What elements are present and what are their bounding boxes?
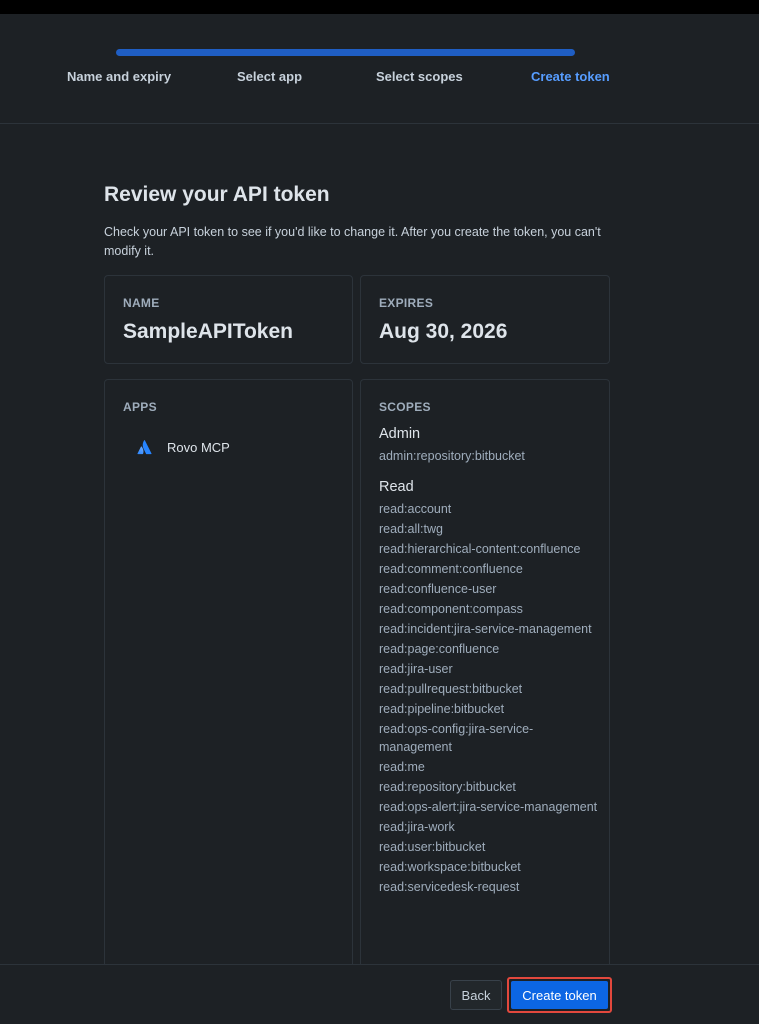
scope-item: read:jira-work xyxy=(379,820,455,834)
scopes-label: SCOPES xyxy=(379,400,431,414)
token-name-value: SampleAPIToken xyxy=(123,320,293,343)
create-token-button[interactable]: Create token xyxy=(507,977,612,1013)
expires-label: EXPIRES xyxy=(379,296,434,310)
scope-item: read:component:compass xyxy=(379,602,523,616)
page-title: Review your API token xyxy=(104,183,330,206)
step-name-and-expiry: Name and expiry xyxy=(67,69,172,84)
scope-item: read:account xyxy=(379,502,452,516)
scope-group-title: Admin xyxy=(379,426,421,442)
scope-list: Admin admin:repository:bitbucket Read re… xyxy=(379,424,599,898)
back-button[interactable]: Back xyxy=(450,980,502,1010)
scope-item: read:confluence-user xyxy=(379,582,497,596)
scope-item: read:jira-user xyxy=(379,662,453,676)
step-select-scopes: Select scopes xyxy=(376,69,463,84)
expires-card: EXPIRES Aug 30, 2026 xyxy=(360,275,610,364)
apps-card: APPS Rovo MCP xyxy=(104,379,353,964)
app-label: Rovo MCP xyxy=(167,439,230,455)
step-select-app: Select app xyxy=(237,69,303,84)
scope-item: admin:repository:bitbucket xyxy=(379,449,525,463)
scope-item: read:workspace:bitbucket xyxy=(379,860,521,874)
app-item-rovo-mcp: Rovo MCP xyxy=(137,437,230,457)
scope-item: read:pullrequest:bitbucket xyxy=(379,682,523,696)
create-token-label: Create token xyxy=(511,981,608,1009)
stepper-progress-bar xyxy=(116,49,575,56)
footer-actions: Back Create token xyxy=(0,964,759,1024)
scope-item: read:ops-alert:jira-service-management xyxy=(379,800,598,814)
name-label: NAME xyxy=(123,296,160,310)
review-content[interactable]: Review your API token Check your API tok… xyxy=(0,124,759,964)
scope-item: read:incident:jira-service-management xyxy=(379,622,592,636)
scope-item: read:ops-config:jira-service-management xyxy=(379,722,534,754)
scope-item: read:user:bitbucket xyxy=(379,840,486,854)
scope-item: read:page:confluence xyxy=(379,642,500,656)
scope-item: read:all:twg xyxy=(379,522,443,536)
scope-item: read:repository:bitbucket xyxy=(379,780,516,794)
progress-stepper: Name and expiry Select app Select scopes… xyxy=(0,14,759,123)
scope-item: read:me xyxy=(379,760,425,774)
scopes-card: SCOPES Admin admin:repository:bitbucket … xyxy=(360,379,610,964)
scope-group-read: Read read:account read:all:twg read:hier… xyxy=(379,477,599,896)
scope-group-admin: Admin admin:repository:bitbucket xyxy=(379,424,599,465)
scope-item: read:hierarchical-content:confluence xyxy=(379,542,581,556)
apps-label: APPS xyxy=(123,400,157,414)
scope-item: read:comment:confluence xyxy=(379,562,523,576)
scope-item: read:pipeline:bitbucket xyxy=(379,702,505,716)
step-create-token: Create token xyxy=(531,69,610,84)
scope-group-title: Read xyxy=(379,479,414,495)
expiry-date-value: Aug 30, 2026 xyxy=(379,320,508,343)
top-edge-bar xyxy=(0,0,759,14)
name-card: NAME SampleAPIToken xyxy=(104,275,353,364)
page-description: Check your API token to see if you'd lik… xyxy=(104,225,601,258)
scope-item: read:servicedesk-request xyxy=(379,880,520,894)
atlassian-logo-icon xyxy=(137,440,152,455)
